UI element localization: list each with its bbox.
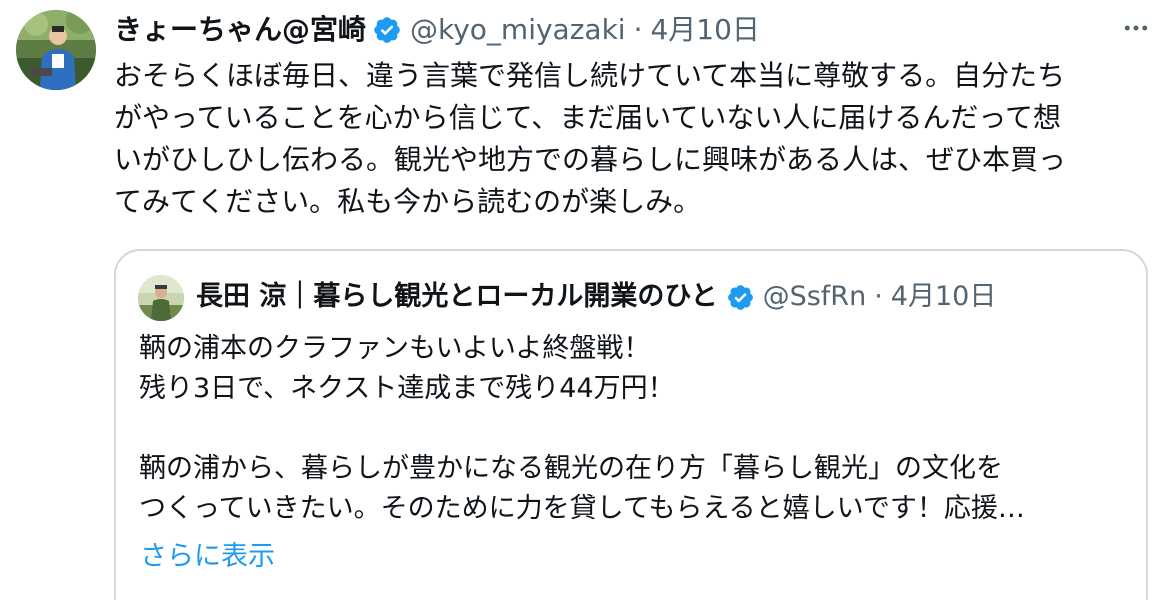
verified-badge-icon — [374, 17, 400, 43]
quoted-handle[interactable]: @SsfRn — [763, 275, 867, 319]
quoted-display-name[interactable]: 長田 涼｜暮らし観光とローカル開業のひと — [196, 275, 718, 319]
more-options-button[interactable] — [1116, 8, 1156, 48]
separator-dot: · — [633, 13, 643, 46]
separator-dot: · — [874, 281, 883, 312]
show-more-link[interactable]: さらに表示 — [140, 537, 275, 577]
timestamp[interactable]: 4月10日 — [650, 8, 759, 52]
handle[interactable]: @kyo_miyazaki — [410, 8, 626, 52]
quoted-timestamp[interactable]: 4月10日 — [891, 275, 997, 319]
quoted-tweet-text: 鞆の浦本のクラファンもいよいよ終盤戦！ 残り3日で、ネクスト達成まで残り44万円… — [139, 333, 1025, 524]
verified-badge-icon — [727, 284, 753, 310]
quoted-avatar[interactable] — [138, 275, 184, 321]
more-dots-icon — [1124, 25, 1148, 31]
tweet-text: おそらくほぼ毎日、違う言葉で発信し続けていて本当に尊敬する。自分たち がやってい… — [114, 59, 1067, 218]
tweet[interactable]: きょーちゃん@宮崎 @kyo_miyazaki · 4月10日 おそらくほぼ毎日… — [0, 0, 1172, 600]
display-name[interactable]: きょーちゃん@宮崎 — [114, 8, 366, 52]
quoted-tweet-header: 長田 涼｜暮らし観光とローカル開業のひと @SsfRn · 4月10日 — [196, 275, 996, 319]
tweet-header: きょーちゃん@宮崎 @kyo_miyazaki · 4月10日 — [114, 8, 760, 52]
avatar[interactable] — [16, 10, 96, 90]
